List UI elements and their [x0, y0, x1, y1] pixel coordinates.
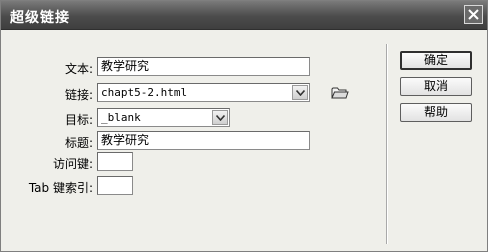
ok-button[interactable]: 确定	[400, 51, 472, 70]
link-label: 链接:	[64, 88, 93, 102]
chevron-down-icon	[295, 89, 305, 96]
link-dropdown-button[interactable]	[292, 85, 308, 100]
hyperlink-dialog: 超级链接 文本: 教学研究 链接: chapt5-2.html 目标: _bla…	[0, 0, 488, 252]
chevron-down-icon	[215, 114, 225, 121]
dialog-title: 超级链接	[10, 10, 70, 26]
target-value: _blank	[101, 111, 141, 124]
tabindex-input[interactable]	[97, 176, 133, 195]
title-input[interactable]: 教学研究	[97, 131, 310, 150]
tabindex-row: Tab 键索引:	[1, 176, 381, 198]
title-row: 标题: 教学研究	[1, 131, 381, 153]
target-dropdown-button[interactable]	[212, 110, 228, 125]
link-combobox[interactable]: chapt5-2.html	[97, 83, 310, 102]
target-row: 目标: _blank	[1, 108, 381, 130]
help-button[interactable]: 帮助	[400, 103, 472, 122]
tabindex-label: Tab 键索引:	[28, 181, 93, 195]
accesskey-input[interactable]	[97, 152, 133, 171]
target-select[interactable]: _blank	[97, 108, 230, 127]
close-icon	[468, 9, 479, 20]
title-label: 标题:	[64, 136, 93, 150]
target-label: 目标:	[64, 113, 93, 127]
text-label: 文本:	[64, 62, 93, 76]
folder-icon	[331, 87, 349, 99]
accesskey-label: 访问键:	[52, 157, 93, 171]
cancel-button[interactable]: 取消	[400, 77, 472, 96]
accesskey-row: 访问键:	[1, 152, 381, 174]
browse-folder-button[interactable]	[331, 86, 349, 100]
title-bar[interactable]: 超级链接	[1, 1, 487, 30]
vertical-divider	[386, 44, 388, 244]
link-row: 链接: chapt5-2.html	[1, 83, 381, 105]
dialog-body: 文本: 教学研究 链接: chapt5-2.html 目标: _blank 标题…	[1, 30, 487, 251]
link-value: chapt5-2.html	[101, 86, 188, 99]
text-row: 文本: 教学研究	[1, 57, 381, 79]
close-button[interactable]	[464, 5, 483, 24]
text-input[interactable]: 教学研究	[97, 57, 310, 76]
